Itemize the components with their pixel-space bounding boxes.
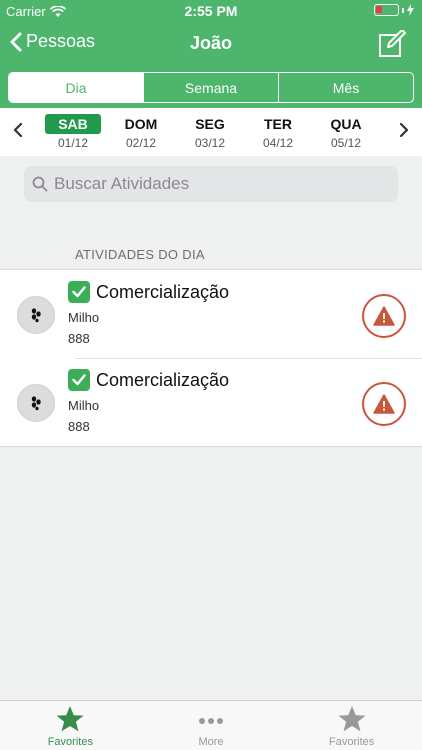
alert-button[interactable] [362, 294, 406, 338]
activity-value: 888 [68, 331, 90, 346]
check-icon [68, 281, 90, 303]
activity-list: Comercialização Milho 888 Comercializaçã… [0, 269, 422, 447]
day-picker: SAB 01/12 DOM 02/12 SEG 03/12 TER 04/12 … [0, 108, 422, 156]
chevron-left-icon[interactable] [10, 120, 26, 140]
day-name: DOM [124, 116, 158, 132]
activity-crop: Milho [68, 310, 100, 325]
activity-value: 888 [68, 419, 90, 434]
tab-label: More [198, 736, 224, 748]
day-name: QUA [330, 116, 362, 132]
activity-title: Comercialização [68, 281, 229, 303]
day-name: SAB [45, 114, 101, 134]
tab-favorites-2[interactable]: Favorites [281, 701, 422, 750]
period-segmented-control: Dia Semana Mês [8, 72, 414, 103]
warning-icon [373, 394, 395, 414]
day-ter[interactable]: TER 04/12 [248, 114, 308, 150]
avatar [17, 296, 55, 334]
segment-semana[interactable]: Semana [143, 73, 278, 102]
avatar [17, 384, 55, 422]
compose-icon[interactable] [378, 30, 406, 58]
list-item[interactable]: Comercialização Milho 888 [0, 270, 422, 358]
day-dom[interactable]: DOM 02/12 [111, 114, 171, 150]
star-icon [56, 706, 84, 732]
grain-icon [31, 308, 41, 323]
segment-mes[interactable]: Mês [278, 73, 413, 102]
grain-icon [31, 396, 41, 411]
header: Carrier 2:55 PM Pessoas João Dia Semana … [0, 0, 422, 108]
day-sab[interactable]: SAB 01/12 [43, 114, 103, 150]
activity-title: Comercialização [68, 369, 229, 391]
day-name: TER [264, 116, 292, 132]
battery-icon [374, 4, 414, 16]
search-bar[interactable] [24, 166, 398, 202]
check-icon [68, 369, 90, 391]
tab-favorites[interactable]: Favorites [0, 701, 141, 750]
day-name: SEG [195, 116, 225, 132]
day-date: 05/12 [330, 136, 362, 150]
day-seg[interactable]: SEG 03/12 [180, 114, 240, 150]
alert-button[interactable] [362, 382, 406, 426]
more-icon [199, 718, 223, 724]
page-title: João [189, 33, 232, 53]
day-date: 04/12 [262, 136, 294, 150]
search-input[interactable] [54, 174, 374, 194]
day-date: 03/12 [194, 136, 226, 150]
tab-more[interactable]: More [141, 701, 282, 750]
tab-bar: Favorites More Favorites [0, 700, 422, 750]
tab-label: Favorites [47, 736, 93, 748]
search-icon [32, 176, 48, 192]
tab-label: Favorites [329, 736, 375, 748]
warning-icon [373, 306, 395, 326]
navbar: Pessoas João [0, 22, 422, 66]
day-qua[interactable]: QUA 05/12 [316, 114, 376, 150]
status-time: 2:55 PM [184, 3, 238, 19]
status-bar: Carrier 2:55 PM [0, 0, 422, 22]
activity-title-text: Comercialização [96, 281, 230, 302]
day-date: 01/12 [57, 136, 89, 150]
day-date: 02/12 [125, 136, 157, 150]
list-item[interactable]: Comercialização Milho 888 [0, 358, 422, 446]
activity-title-text: Comercialização [96, 369, 230, 390]
chevron-right-icon[interactable] [396, 120, 412, 140]
star-icon [338, 706, 366, 732]
charging-icon [407, 4, 414, 16]
activity-crop: Milho [68, 398, 100, 413]
section-header: ATIVIDADES DO DIA [75, 247, 205, 262]
segment-dia[interactable]: Dia [9, 73, 143, 102]
